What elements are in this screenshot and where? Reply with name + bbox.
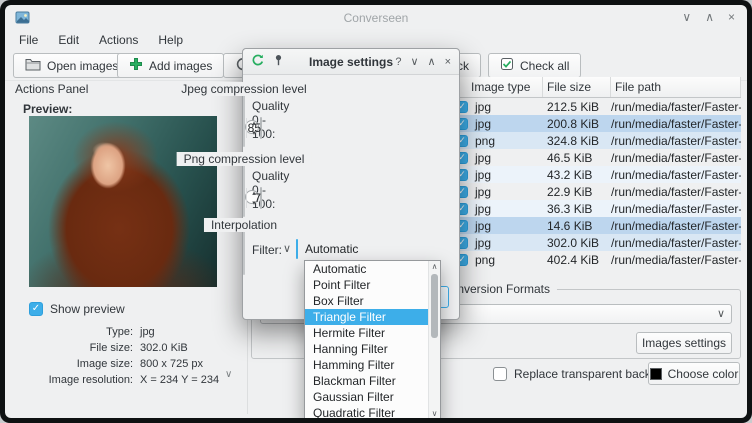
png-quality-spinbox[interactable]: 7 ▴ ▾ [260, 187, 262, 209]
filter-combobox[interactable]: Automatic ∨ [296, 239, 298, 259]
add-images-button[interactable]: Add images [117, 53, 224, 78]
jpeg-compression-group: Jpeg compression level Quality 0 - 100: … [243, 89, 245, 147]
dropdown-item[interactable]: Point Filter [305, 277, 440, 293]
maximize-button[interactable]: ∧ [705, 10, 714, 24]
dropdown-item[interactable]: Hanning Filter [305, 341, 440, 357]
jpeg-quality-spinbox[interactable]: 85 ▴ ▾ [260, 117, 262, 139]
refresh-icon[interactable] [251, 54, 264, 70]
jpeg-quality-value: 85 [261, 118, 266, 138]
panel-scroll-down-icon[interactable]: ∨ [225, 369, 232, 380]
scrollbar-thumb[interactable] [431, 274, 438, 338]
pin-icon[interactable] [273, 54, 284, 69]
scroll-up-icon[interactable]: ∧ [429, 262, 440, 271]
menu-edit[interactable]: Edit [48, 31, 89, 51]
scroll-down-icon[interactable]: ∨ [429, 409, 440, 418]
filter-combobox-value: Automatic [305, 242, 358, 256]
png-compression-group: Png compression level Quality 0 - 100: 7… [243, 159, 245, 217]
dialog-close-button[interactable]: × [445, 56, 451, 68]
image-info: Type: jpg File size: 302.0 KiB Image siz… [15, 326, 241, 386]
info-imagesize-label: Image size: [15, 358, 133, 370]
dropdown-item-highlighted[interactable]: Triangle Filter [305, 309, 440, 325]
preview-image [29, 116, 217, 287]
info-filesize-value: 302.0 KiB [140, 342, 241, 354]
check-all-label: Check all [520, 59, 569, 73]
window-frame: Converseen ∨ ∧ × File Edit Actions Help … [0, 0, 752, 423]
actions-panel-title: Actions Panel [15, 82, 88, 96]
dropdown-item[interactable]: Blackman Filter [305, 373, 440, 389]
open-images-label: Open images [47, 59, 118, 73]
chevron-down-icon: ∨ [717, 307, 725, 320]
color-swatch [650, 368, 662, 380]
dropdown-item[interactable]: Automatic [305, 261, 440, 277]
chevron-down-icon: ∨ [283, 242, 291, 255]
check-all-icon [500, 57, 514, 74]
column-header-image-type[interactable]: Image type [453, 77, 543, 97]
images-settings-button[interactable]: Images settings [636, 332, 732, 354]
menu-actions[interactable]: Actions [89, 31, 148, 51]
filter-label: Filter: [252, 243, 282, 257]
spin-up-icon[interactable]: ▴ [247, 188, 261, 198]
dialog-shade-button[interactable]: ∨ [410, 55, 418, 68]
show-preview-row: ✓ Show preview [29, 302, 125, 316]
spin-down-icon[interactable]: ▾ [247, 198, 261, 208]
folder-open-icon [25, 57, 41, 74]
minimize-button[interactable]: ∨ [682, 10, 691, 24]
dialog-unshade-button[interactable]: ∧ [428, 55, 436, 68]
dropdown-scrollbar[interactable]: ∧ ∨ [428, 261, 440, 418]
images-settings-label: Images settings [642, 336, 726, 350]
column-header-file-path[interactable]: File path [611, 77, 741, 97]
open-images-button[interactable]: Open images [13, 53, 130, 78]
info-resolution-label: Image resolution: [15, 374, 133, 386]
preview-label: Preview: [23, 102, 72, 116]
dropdown-item[interactable]: Box Filter [305, 293, 440, 309]
show-preview-checkbox[interactable]: ✓ [29, 302, 43, 316]
spin-down-icon[interactable]: ▾ [247, 128, 261, 138]
close-button[interactable]: × [728, 10, 735, 24]
dropdown-item[interactable]: Quadratic Filter [305, 405, 440, 418]
jpeg-group-title: Jpeg compression level [174, 82, 313, 96]
choose-color-button[interactable]: Choose color [648, 362, 740, 385]
info-type-value: jpg [140, 326, 241, 338]
add-images-label: Add images [149, 59, 212, 73]
info-filesize-label: File size: [15, 342, 133, 354]
main-window: Converseen ∨ ∧ × File Edit Actions Help … [5, 5, 747, 418]
dropdown-item[interactable]: Gaussian Filter [305, 389, 440, 405]
check-all-button[interactable]: Check all [488, 53, 581, 78]
menu-help[interactable]: Help [148, 31, 193, 51]
filter-dropdown-popup: Automatic Point Filter Box Filter Triang… [304, 260, 441, 418]
interpolation-group: Interpolation Filter: Automatic ∨ [243, 225, 245, 275]
menubar: File Edit Actions Help [9, 31, 193, 51]
png-group-title: Png compression level [177, 152, 312, 166]
choose-color-label: Choose color [668, 367, 739, 381]
replace-transparent-checkbox[interactable] [493, 367, 507, 381]
show-preview-label: Show preview [50, 302, 125, 316]
dropdown-item[interactable]: Hermite Filter [305, 325, 440, 341]
interpolation-group-title: Interpolation [204, 218, 284, 232]
info-type-label: Type: [15, 326, 133, 338]
png-quality-value: 7 [261, 188, 266, 208]
menu-file[interactable]: File [9, 31, 48, 51]
dropdown-item[interactable]: Hamming Filter [305, 357, 440, 373]
column-header-file-size[interactable]: File size [543, 77, 611, 97]
dialog-help-button[interactable]: ? [395, 56, 401, 68]
window-title: Converseen [5, 11, 747, 25]
spin-up-icon[interactable]: ▴ [247, 118, 261, 128]
dialog-titlebar[interactable]: Image settings ? ∨ ∧ × [243, 49, 459, 75]
check-icon: ✓ [32, 304, 40, 314]
add-plus-icon [129, 57, 143, 74]
window-titlebar[interactable]: Converseen ∨ ∧ × [5, 5, 747, 31]
